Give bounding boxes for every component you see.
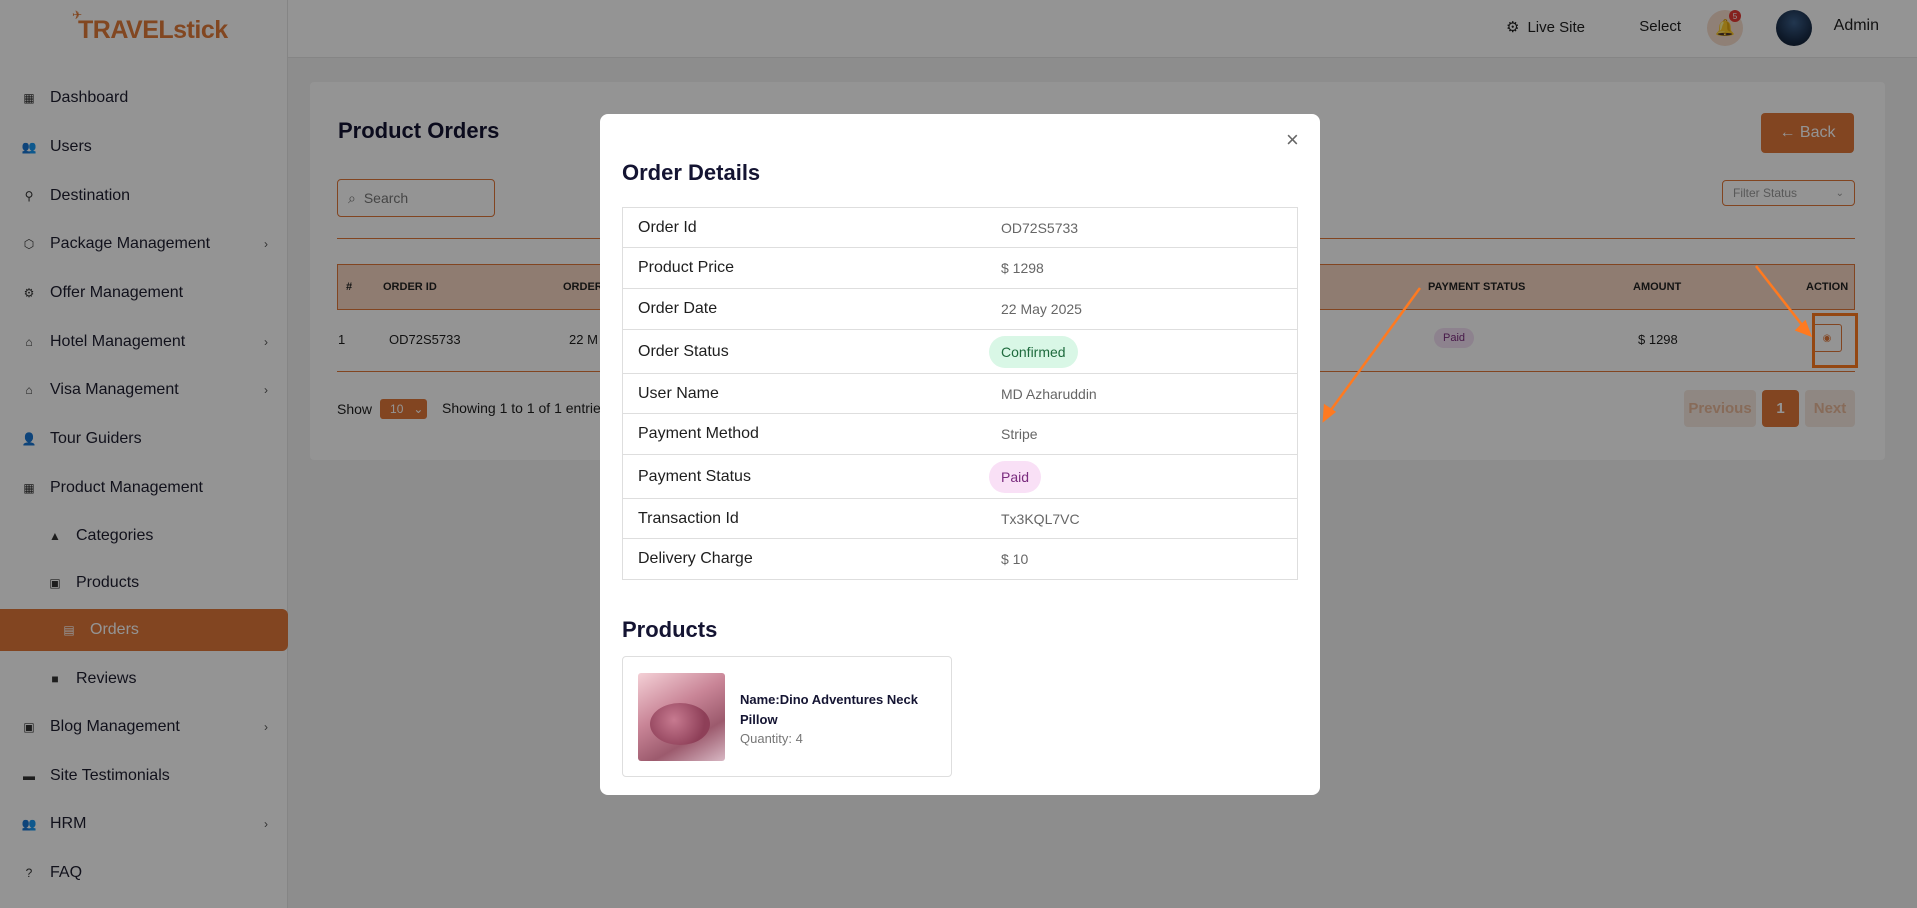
status-badge: Paid bbox=[989, 460, 1042, 493]
detail-label: User Name bbox=[638, 384, 719, 402]
detail-row: User Name MD Azharuddin bbox=[623, 374, 1297, 414]
detail-value: Stripe bbox=[989, 426, 1038, 442]
detail-row: Product Price $ 1298 bbox=[623, 248, 1297, 289]
detail-value-text: $ 10 bbox=[1001, 551, 1029, 567]
status-badge: Confirmed bbox=[989, 335, 1078, 368]
products-heading: Products bbox=[622, 617, 718, 642]
detail-value: OD72S5733 bbox=[989, 220, 1078, 236]
detail-row: Order Status Confirmed bbox=[623, 330, 1297, 374]
detail-label: Payment Status bbox=[638, 467, 751, 485]
detail-value: $ 1298 bbox=[989, 260, 1044, 276]
detail-label: Delivery Charge bbox=[638, 550, 753, 567]
detail-label: Order Date bbox=[638, 300, 718, 317]
detail-value-text: Tx3KQL7VC bbox=[1001, 510, 1080, 527]
detail-value: Confirmed bbox=[989, 335, 1078, 368]
detail-row: Payment Status Paid bbox=[623, 455, 1297, 499]
detail-row: Delivery Charge $ 10 bbox=[623, 539, 1297, 579]
modal-title: Order Details bbox=[622, 160, 761, 185]
detail-row: Order Id OD72S5733 bbox=[623, 208, 1297, 248]
detail-value-text: 22 May 2025 bbox=[1001, 301, 1082, 317]
product-quantity: Quantity: 4 bbox=[740, 731, 803, 746]
order-details-table: Order Id OD72S5733 Product Price $ 1298 Orde… bbox=[622, 207, 1298, 580]
detail-value-text: OD72S5733 bbox=[1001, 219, 1079, 236]
detail-label: Payment Method bbox=[638, 425, 759, 442]
detail-value-text: MD Azharuddin bbox=[1001, 385, 1097, 402]
product-card: Name:Dino Adventures Neck Pillow Quantit… bbox=[622, 656, 952, 777]
detail-row: Payment Method Stripe bbox=[623, 414, 1297, 455]
detail-value: Tx3KQL7VC bbox=[989, 511, 1080, 527]
detail-value-text: Stripe bbox=[1001, 426, 1038, 442]
detail-value: 22 May 2025 bbox=[989, 301, 1082, 317]
detail-value: Paid bbox=[989, 460, 1042, 493]
detail-value: MD Azharuddin bbox=[989, 386, 1097, 402]
close-icon[interactable]: × bbox=[1286, 129, 1299, 151]
detail-label: Order Status bbox=[638, 342, 729, 360]
product-name: Name:Dino Adventures Neck Pillow bbox=[740, 692, 918, 727]
detail-label: Transaction Id bbox=[638, 509, 739, 527]
detail-label: Product Price bbox=[638, 259, 735, 276]
detail-value-text: $ 1298 bbox=[1001, 260, 1044, 276]
product-image bbox=[638, 673, 725, 761]
detail-row: Order Date 22 May 2025 bbox=[623, 289, 1297, 330]
detail-label: Order Id bbox=[638, 218, 697, 236]
detail-row: Transaction Id Tx3KQL7VC bbox=[623, 499, 1297, 539]
detail-value: $ 10 bbox=[989, 551, 1028, 567]
